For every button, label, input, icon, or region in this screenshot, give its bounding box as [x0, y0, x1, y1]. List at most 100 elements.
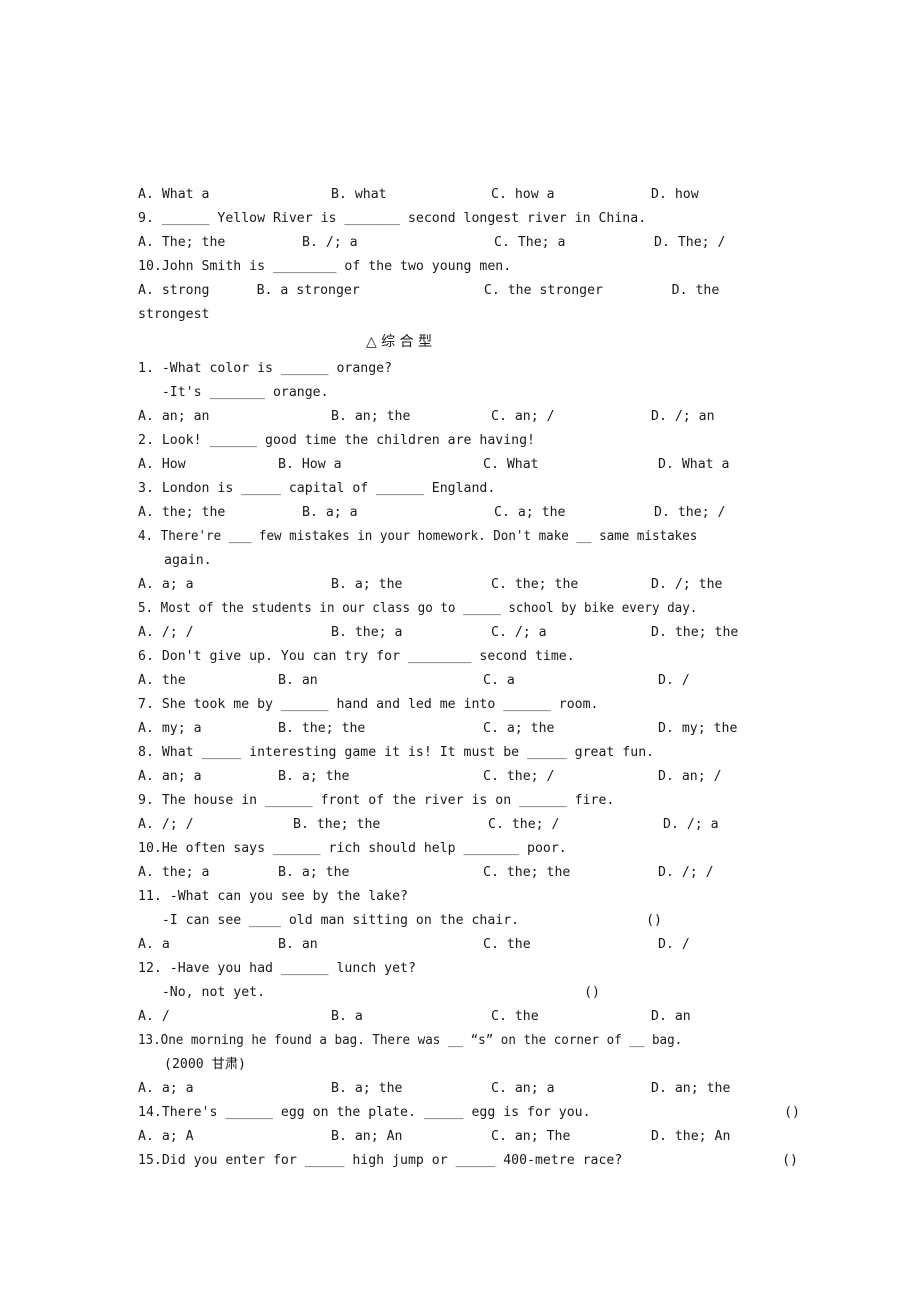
question-5: 5. Most of the students in our class go …	[138, 597, 810, 621]
option-choice[interactable]: D. /; the	[651, 573, 791, 597]
option-choice[interactable]: B. a; the	[278, 765, 483, 789]
question-12: 12. -Have you had ______ lunch yet?	[138, 961, 416, 976]
option-choice[interactable]: C. the	[483, 933, 658, 957]
option-choice[interactable]: B. the; a	[331, 621, 491, 645]
option-choice[interactable]: B. a; the	[278, 861, 483, 885]
option-choice[interactable]: A. the	[138, 669, 278, 693]
option-choice[interactable]: B. a; a	[302, 501, 494, 525]
option-choice[interactable]: D. an	[651, 1005, 791, 1029]
question-1: 1. -What color is ______ orange?	[138, 361, 393, 376]
option-choice[interactable]: A. a; a	[138, 573, 331, 597]
option-choice[interactable]: A. /; /	[138, 813, 293, 837]
question-14-text: 14.There's ______ egg on the plate. ____…	[138, 1105, 591, 1120]
option-choice[interactable]: A. an; an	[138, 405, 331, 429]
option-choice[interactable]: D. the	[672, 279, 810, 303]
option-choice[interactable]: D. /; a	[663, 813, 803, 837]
option-choice[interactable]: C. the; /	[488, 813, 663, 837]
option-choice[interactable]: B. an	[278, 669, 483, 693]
question-9: 9. ______ Yellow River is _______ second…	[138, 211, 647, 226]
option-choice[interactable]: B. an	[278, 933, 483, 957]
option-choice[interactable]: A. /	[138, 1005, 331, 1029]
option-choice[interactable]: D. the; An	[651, 1125, 791, 1149]
option-choice[interactable]: A. the; a	[138, 861, 278, 885]
option-choice[interactable]: D. The; /	[654, 231, 794, 255]
question-14: 14.There's ______ egg on the plate. ____…	[138, 1101, 810, 1125]
option-choice[interactable]: B. /; a	[302, 231, 494, 255]
option-choice[interactable]: B. an; An	[331, 1125, 491, 1149]
question-5-text: 5. Most of the students in our class go …	[138, 601, 698, 616]
option-choice[interactable]: D. /	[658, 933, 798, 957]
option-choice[interactable]: A. my; a	[138, 717, 278, 741]
option-choice[interactable]: D. an; /	[658, 765, 798, 789]
question-6: 6. Don't give up. You can try for ______…	[138, 649, 575, 664]
option-choice[interactable]: C. an; a	[491, 1077, 651, 1101]
option-choice[interactable]: C. the; the	[491, 573, 651, 597]
options-q11: A. a B. an C. the D. /	[138, 933, 810, 957]
answer-blank-parens[interactable]: ()	[646, 909, 810, 933]
option-choice[interactable]: D. the; /	[654, 501, 794, 525]
answer-blank-parens[interactable]: ()	[784, 1101, 810, 1125]
options-q8: A. an; a B. a; the C. the; / D. an; /	[138, 765, 810, 789]
option-choice[interactable]: B. a stronger	[257, 279, 484, 303]
option-choice[interactable]: D. /; /	[658, 861, 798, 885]
option-choice[interactable]: A. the; the	[138, 501, 302, 525]
answer-blank-parens[interactable]: ()	[584, 981, 810, 1005]
option-choice[interactable]: C. the stronger	[484, 279, 672, 303]
options-q9: A. The; the B. /; a C. The; a D. The; /	[138, 231, 810, 255]
option-choice[interactable]: B. the; the	[278, 717, 483, 741]
option-choice[interactable]: C. What	[483, 453, 658, 477]
option-choice[interactable]: D. What a	[658, 453, 798, 477]
options-q8-prev: A. What a B. what C. how a D. how	[138, 183, 810, 207]
option-choice[interactable]: B. an; the	[331, 405, 491, 429]
option-choice[interactable]: C. a	[483, 669, 658, 693]
option-choice[interactable]: B. How a	[278, 453, 483, 477]
option-choice[interactable]: A. What a	[138, 183, 331, 207]
answer-blank-parens[interactable]: ()	[782, 1149, 810, 1173]
option-choice[interactable]: A. strong	[138, 279, 257, 303]
option-choice[interactable]: C. a; the	[494, 501, 654, 525]
option-choice[interactable]: D. my; the	[658, 717, 798, 741]
option-choice[interactable]: B. a; the	[331, 573, 491, 597]
question-9b: 9. The house in ______ front of the rive…	[138, 793, 615, 808]
question-4-text: 4. There're ___ few mistakes in your hom…	[138, 529, 698, 544]
option-choice[interactable]: C. the; /	[483, 765, 658, 789]
option-choice[interactable]: B. a	[331, 1005, 491, 1029]
option-choice[interactable]: A. The; the	[138, 231, 302, 255]
option-choice[interactable]: C. how a	[491, 183, 651, 207]
option-choice[interactable]: C. an; /	[491, 405, 651, 429]
option-choice[interactable]: C. the	[491, 1005, 651, 1029]
question-4-wrap: again.	[164, 553, 212, 568]
question-12-line2-text: -No, not yet.	[138, 985, 266, 1000]
options-q1: A. an; an B. an; the C. an; / D. /; an	[138, 405, 810, 429]
option-choice[interactable]: C. the; the	[483, 861, 658, 885]
question-10: 10.John Smith is ________ of the two you…	[138, 259, 512, 274]
option-choice[interactable]: D. how	[651, 183, 791, 207]
option-choice[interactable]: B. what	[331, 183, 491, 207]
option-choice[interactable]: A. How	[138, 453, 278, 477]
option-choice[interactable]: D. an; the	[651, 1077, 791, 1101]
options-q6: A. the B. an C. a D. /	[138, 669, 810, 693]
option-choice[interactable]: D. /	[658, 669, 798, 693]
option-choice[interactable]: C. a; the	[483, 717, 658, 741]
option-choice[interactable]: B. the; the	[293, 813, 488, 837]
option-choice[interactable]: D. the; the	[651, 621, 791, 645]
option-choice[interactable]: D. /; an	[651, 405, 791, 429]
option-choice[interactable]: A. /; /	[138, 621, 331, 645]
question-10-wrap: strongest	[138, 307, 210, 322]
options-q14: A. a; A B. an; An C. an; The D. the; An	[138, 1125, 810, 1149]
option-choice[interactable]: A. a	[138, 933, 278, 957]
question-1: -It's _______ orange.	[138, 385, 329, 400]
option-choice[interactable]: A. an; a	[138, 765, 278, 789]
option-choice[interactable]: C. an; The	[491, 1125, 651, 1149]
question-11-line2: -I can see ____ old man sitting on the c…	[138, 909, 810, 933]
options-q10b: A. the; a B. a; the C. the; the D. /; /	[138, 861, 810, 885]
option-choice[interactable]: A. a; A	[138, 1125, 331, 1149]
option-choice[interactable]: C. /; a	[491, 621, 651, 645]
option-choice[interactable]: C. The; a	[494, 231, 654, 255]
options-q9b: A. /; / B. the; the C. the; / D. /; a	[138, 813, 810, 837]
question-4: 4. There're ___ few mistakes in your hom…	[138, 525, 810, 549]
option-choice[interactable]: A. a; a	[138, 1077, 331, 1101]
options-q5: A. /; / B. the; a C. /; a D. the; the	[138, 621, 810, 645]
question-8: 8. What _____ interesting game it is! It…	[138, 745, 655, 760]
option-choice[interactable]: B. a; the	[331, 1077, 491, 1101]
